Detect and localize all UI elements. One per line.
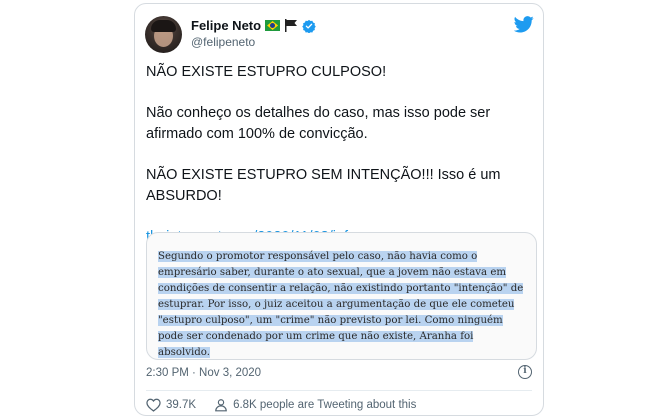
- tweet-card: Felipe Neto @felipeneto NÃO EXISTE ESTUP…: [134, 3, 544, 416]
- tweet-timestamp[interactable]: 2:30 PM · Nov 3, 2020: [146, 367, 261, 379]
- divider: [146, 390, 532, 391]
- tweet-paragraph: NÃO EXISTE ESTUPRO SEM INTENÇÃO!!! Isso …: [146, 167, 501, 204]
- person-icon: [215, 399, 227, 412]
- twitter-bird-icon[interactable]: [514, 16, 534, 33]
- verified-icon: [302, 19, 316, 33]
- user-name[interactable]: Felipe Neto: [191, 18, 261, 33]
- tweet-paragraph: NÃO EXISTE ESTUPRO CULPOSO!: [146, 64, 387, 80]
- brazil-flag-icon: [265, 20, 281, 31]
- avatar[interactable]: [145, 16, 182, 53]
- black-flag-icon: [285, 19, 298, 32]
- user-name-row: Felipe Neto: [191, 18, 316, 33]
- retweet-people-text: 6.8K people are Tweeting about this: [233, 399, 417, 411]
- heart-icon: [146, 398, 161, 412]
- highlighted-text: Segundo o promotor responsável pelo caso…: [158, 251, 524, 358]
- quote-image-text: Segundo o promotor responsável pelo caso…: [158, 249, 528, 359]
- like-count: 39.7K: [166, 399, 197, 411]
- retweet-people-button[interactable]: 6.8K people are Tweeting about this: [214, 398, 416, 412]
- info-icon[interactable]: i: [518, 365, 532, 379]
- like-button[interactable]: 39.7K: [146, 398, 196, 412]
- quote-image[interactable]: Segundo o promotor responsável pelo caso…: [146, 232, 537, 360]
- user-handle[interactable]: @felipeneto: [191, 35, 255, 49]
- tweet-paragraph: Não conheço os detalhes do caso, mas iss…: [146, 105, 491, 142]
- action-bar: 39.7K 6.8K people are Tweeting about thi…: [146, 398, 434, 412]
